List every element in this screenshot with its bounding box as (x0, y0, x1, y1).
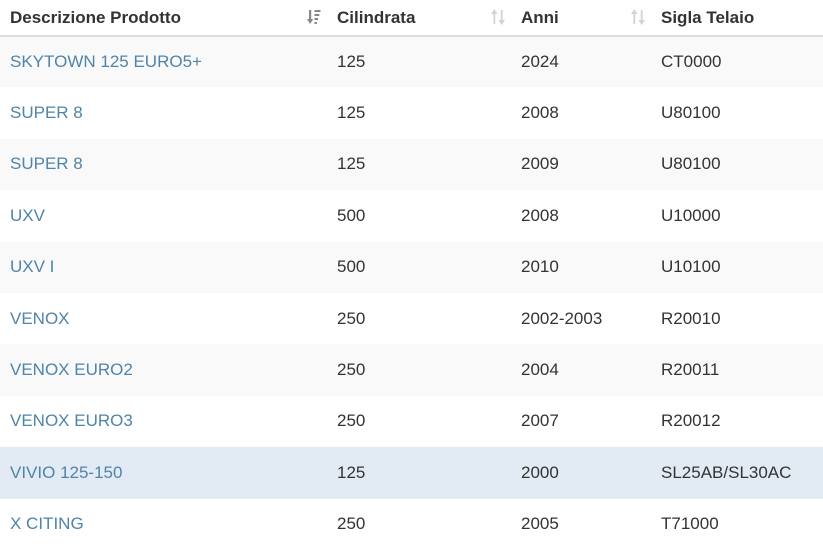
sorted-desc-icon[interactable] (307, 9, 321, 25)
product-name-cell: UXV I (0, 242, 327, 293)
product-name-cell: VIVIO 125-150 (0, 447, 327, 498)
sigla-telaio-cell: U10000 (661, 205, 721, 225)
column-header-label: Cilindrata (337, 7, 416, 27)
product-link[interactable]: VENOX EURO2 (10, 360, 133, 379)
sigla-telaio-cell: U10100 (661, 257, 721, 277)
product-name-cell: X CITING (0, 499, 327, 550)
cilindrata-cell: 250 (337, 360, 366, 380)
cilindrata-cell: 250 (337, 514, 366, 534)
cilindrata-cell: 125 (337, 103, 366, 123)
table-header-row: Descrizione Prodotto Cilindrata Anni Sig… (0, 0, 823, 36)
cilindrata-cell: 500 (337, 257, 366, 277)
anni-cell: 2004 (521, 360, 559, 380)
sigla-telaio-cell: U80100 (661, 154, 721, 174)
cilindrata-cell: 250 (337, 308, 366, 328)
product-link[interactable]: SKYTOWN 125 EURO5+ (10, 52, 202, 71)
cilindrata-cell: 125 (337, 154, 366, 174)
anni-cell: 2005 (521, 514, 559, 534)
column-header-descrizione[interactable]: Descrizione Prodotto (0, 0, 327, 36)
sigla-telaio-cell: U80100 (661, 103, 721, 123)
anni-cell: 2008 (521, 205, 559, 225)
anni-cell: 2009 (521, 154, 559, 174)
anni-cell: 2000 (521, 462, 559, 482)
anni-cell: 2010 (521, 257, 559, 277)
table-row[interactable]: UXV I 500 2010 U10100 (0, 241, 823, 293)
product-name-cell: VENOX (0, 293, 327, 344)
product-link[interactable]: X CITING (10, 514, 84, 533)
sigla-telaio-cell: R20010 (661, 308, 721, 328)
product-name-cell: SUPER 8 (0, 87, 327, 138)
table-row[interactable]: X CITING 250 2005 T71000 (0, 499, 823, 550)
column-header-sigla-telaio[interactable]: Sigla Telaio (651, 0, 823, 36)
sigla-telaio-cell: R20011 (661, 360, 720, 380)
sigla-telaio-cell: CT0000 (661, 52, 722, 72)
anni-cell: 2002-2003 (521, 308, 603, 328)
product-link[interactable]: VENOX EURO3 (10, 411, 133, 430)
sortable-icon[interactable] (631, 9, 645, 25)
cilindrata-cell: 125 (337, 462, 366, 482)
table-row[interactable]: VENOX EURO3 250 2007 R20012 (0, 396, 823, 447)
product-link[interactable]: UXV I (10, 257, 54, 276)
product-name-cell: SUPER 8 (0, 139, 327, 190)
product-name-cell: VENOX EURO3 (0, 396, 327, 447)
anni-cell: 2024 (521, 52, 559, 72)
column-header-anni[interactable]: Anni (511, 0, 651, 36)
sigla-telaio-cell: R20012 (661, 411, 721, 431)
product-table: Descrizione Prodotto Cilindrata Anni Sig… (0, 0, 823, 550)
anni-cell: 2008 (521, 103, 559, 123)
sigla-telaio-cell: SL25AB/SL30AC (661, 462, 792, 482)
table-row[interactable]: SUPER 8 125 2008 U80100 (0, 87, 823, 138)
product-link[interactable]: VIVIO 125-150 (10, 463, 122, 482)
column-header-label: Anni (521, 7, 559, 27)
product-name-cell: SKYTOWN 125 EURO5+ (0, 36, 327, 87)
table-row-hovered[interactable]: VIVIO 125-150 125 2000 SL25AB/SL30AC (0, 447, 823, 499)
table-row[interactable]: VENOX EURO2 250 2004 R20011 (0, 344, 823, 396)
column-header-label: Sigla Telaio (661, 7, 755, 27)
product-name-cell: VENOX EURO2 (0, 344, 327, 395)
table-row[interactable]: VENOX 250 2002-2003 R20010 (0, 293, 823, 344)
sortable-icon[interactable] (491, 9, 505, 25)
table-row[interactable]: SUPER 8 125 2009 U80100 (0, 138, 823, 191)
column-header-label: Descrizione Prodotto (10, 7, 181, 27)
product-link[interactable]: VENOX (10, 309, 70, 328)
table-row[interactable]: UXV 500 2008 U10000 (0, 190, 823, 241)
cilindrata-cell: 250 (337, 411, 366, 431)
product-link[interactable]: SUPER 8 (10, 154, 83, 173)
product-link[interactable]: SUPER 8 (10, 103, 83, 122)
column-header-cilindrata[interactable]: Cilindrata (327, 0, 511, 36)
product-name-cell: UXV (0, 190, 327, 241)
cilindrata-cell: 125 (337, 52, 366, 72)
cilindrata-cell: 500 (337, 205, 366, 225)
anni-cell: 2007 (521, 411, 559, 431)
sigla-telaio-cell: T71000 (661, 514, 719, 534)
table-row[interactable]: SKYTOWN 125 EURO5+ 125 2024 CT0000 (0, 36, 823, 88)
product-link[interactable]: UXV (10, 206, 45, 225)
